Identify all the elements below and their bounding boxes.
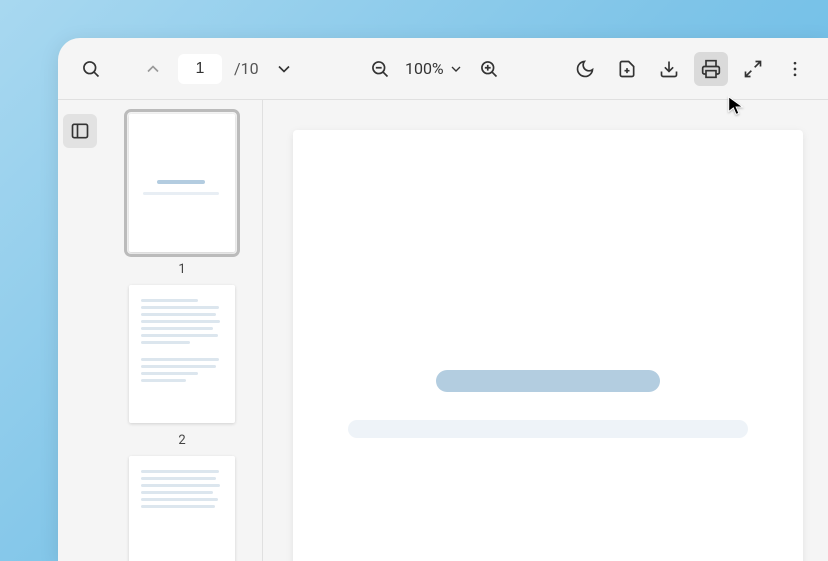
thumbnail-preview <box>129 114 235 252</box>
toggle-sidebar-button[interactable] <box>63 114 97 148</box>
printer-icon <box>701 59 721 79</box>
toolbar: /10 100% <box>58 38 828 100</box>
zoom-in-button[interactable] <box>472 52 506 86</box>
thumbnail-label: 2 <box>102 433 262 448</box>
thumbnail-1[interactable]: 1 <box>102 114 262 277</box>
zoom-in-icon <box>479 59 499 79</box>
file-plus-icon <box>617 59 637 79</box>
thumbnail-2[interactable]: 2 <box>102 285 262 448</box>
more-options-button[interactable] <box>778 52 812 86</box>
page-subtitle-placeholder <box>348 420 748 438</box>
next-page-button[interactable] <box>267 52 301 86</box>
zoom-out-button[interactable] <box>363 52 397 86</box>
pdf-viewer-window: /10 100% <box>58 38 828 561</box>
download-icon <box>659 59 679 79</box>
thumbnail-panel[interactable]: 1 <box>102 100 262 561</box>
more-vertical-icon <box>785 59 805 79</box>
sidebar-icon <box>70 121 90 141</box>
moon-icon <box>575 59 595 79</box>
search-button[interactable] <box>74 52 108 86</box>
thumbnail-3[interactable] <box>102 456 262 561</box>
add-page-button[interactable] <box>610 52 644 86</box>
thumbnail-preview <box>129 285 235 423</box>
zoom-out-icon <box>370 59 390 79</box>
sidebar-toggle-area <box>58 100 102 561</box>
zoom-level-label: 100% <box>405 59 444 78</box>
content-area: 1 <box>58 100 828 561</box>
chevron-down-icon <box>448 61 464 77</box>
page-title-placeholder <box>436 370 660 392</box>
page-1 <box>293 130 803 561</box>
mouse-cursor <box>726 95 748 117</box>
search-icon <box>81 59 101 79</box>
thumbnail-preview <box>129 456 235 561</box>
download-button[interactable] <box>652 52 686 86</box>
expand-icon <box>743 59 763 79</box>
chevron-down-icon <box>274 59 294 79</box>
page-number-input[interactable] <box>178 54 222 84</box>
dark-mode-button[interactable] <box>568 52 602 86</box>
zoom-level-dropdown[interactable]: 100% <box>405 59 464 78</box>
page-total-label: /10 <box>234 59 259 78</box>
fullscreen-button[interactable] <box>736 52 770 86</box>
document-view[interactable] <box>262 100 828 561</box>
print-button[interactable] <box>694 52 728 86</box>
thumbnail-label: 1 <box>102 262 262 277</box>
chevron-up-icon <box>143 59 163 79</box>
prev-page-button[interactable] <box>136 52 170 86</box>
